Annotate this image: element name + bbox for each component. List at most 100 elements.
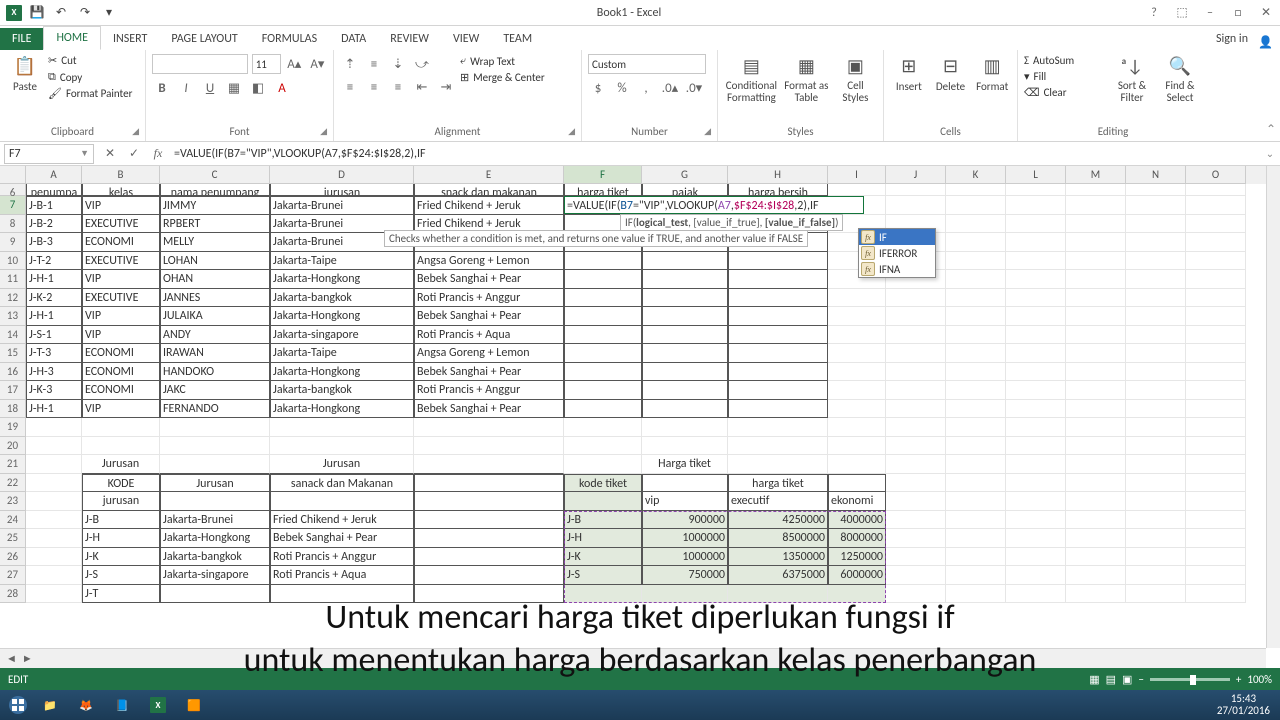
cell[interactable]: J-K	[82, 548, 160, 567]
merge-center-button[interactable]: ⊞Merge & Center	[460, 71, 545, 84]
row-header[interactable]: 24	[0, 511, 26, 530]
cell[interactable]: J-H	[82, 529, 160, 548]
cell[interactable]	[728, 270, 828, 289]
taskbar-explorer-icon[interactable]: 📁	[32, 692, 68, 718]
cell[interactable]	[728, 418, 828, 437]
cell[interactable]: penumpa	[26, 184, 82, 196]
cell[interactable]: 1000000	[642, 548, 728, 567]
cell[interactable]	[26, 529, 82, 548]
cell[interactable]	[886, 529, 946, 548]
row-header[interactable]: 10	[0, 252, 26, 271]
cell[interactable]	[564, 289, 642, 308]
cell[interactable]	[828, 400, 886, 419]
cell[interactable]	[728, 400, 828, 419]
cell[interactable]	[1186, 344, 1246, 363]
sheet-tabs[interactable]: ◄ ►	[0, 648, 1266, 668]
cell[interactable]: Jakarta-Hongkong	[270, 307, 414, 326]
cell[interactable]	[1126, 437, 1186, 456]
qat-undo[interactable]: ↶	[52, 4, 70, 22]
cell[interactable]	[564, 344, 642, 363]
wrap-text-button[interactable]: ⤶Wrap Text	[460, 54, 545, 68]
cell[interactable]: JULAIKA	[160, 307, 270, 326]
cell[interactable]	[1126, 381, 1186, 400]
cell[interactable]	[564, 363, 642, 382]
col-F[interactable]: F	[564, 166, 642, 184]
cell[interactable]: ANDY	[160, 326, 270, 345]
user-icon[interactable]: 👤	[1258, 35, 1280, 50]
cut-button[interactable]: ✂Cut	[48, 54, 132, 67]
help-button[interactable]: ?	[1140, 2, 1168, 24]
cell[interactable]	[1066, 270, 1126, 289]
zoom-out-icon[interactable]: −	[1138, 673, 1143, 686]
col-A[interactable]: A	[26, 166, 82, 184]
cell[interactable]: EXECUTIVE	[82, 289, 160, 308]
cell[interactable]: J-H-1	[26, 400, 82, 419]
sort-filter-button[interactable]: ᵃ↓Sort & Filter	[1110, 54, 1154, 124]
cell[interactable]	[1186, 455, 1246, 474]
cell[interactable]	[1006, 184, 1066, 196]
cell[interactable]	[946, 307, 1006, 326]
cell[interactable]	[1186, 492, 1246, 511]
cell[interactable]	[728, 289, 828, 308]
cell[interactable]	[26, 437, 82, 456]
cell[interactable]: harga tiket	[728, 474, 828, 493]
cell[interactable]	[26, 474, 82, 493]
cell[interactable]	[414, 474, 564, 493]
cell[interactable]	[1066, 307, 1126, 326]
cell[interactable]	[564, 252, 642, 271]
cell[interactable]	[886, 548, 946, 567]
cell[interactable]	[946, 289, 1006, 308]
autocomplete-item[interactable]: fxIFNA	[859, 261, 935, 277]
cell[interactable]: J-K	[564, 548, 642, 567]
cell[interactable]	[160, 585, 270, 604]
paste-button[interactable]: 📋Paste	[6, 54, 44, 124]
cell[interactable]	[886, 400, 946, 419]
cell[interactable]: Jakarta-Brunei	[160, 511, 270, 530]
cell[interactable]	[1066, 437, 1126, 456]
cell[interactable]: jurusan	[270, 184, 414, 196]
cell[interactable]: 900000	[642, 511, 728, 530]
cell[interactable]: Jakarta-bangkok	[270, 289, 414, 308]
cell[interactable]	[414, 455, 564, 474]
cell[interactable]: J-H-3	[26, 363, 82, 382]
cell[interactable]	[414, 585, 564, 604]
cell[interactable]	[1066, 344, 1126, 363]
cell[interactable]: Roti Prancis + Aqua	[414, 326, 564, 345]
cell[interactable]: J-T	[82, 585, 160, 604]
zoom-in-icon[interactable]: +	[1236, 673, 1241, 686]
fill-button[interactable]: ▾Fill	[1024, 70, 1106, 83]
row-header[interactable]: 7	[0, 196, 26, 215]
cell[interactable]	[886, 196, 946, 215]
cell[interactable]	[946, 215, 1006, 234]
cell[interactable]	[26, 566, 82, 585]
cell[interactable]	[564, 418, 642, 437]
cell[interactable]	[414, 437, 564, 456]
cell[interactable]: J-B	[82, 511, 160, 530]
cell[interactable]	[564, 400, 642, 419]
cell[interactable]	[1006, 511, 1066, 530]
cell[interactable]: VIP	[82, 196, 160, 215]
cell[interactable]	[1126, 326, 1186, 345]
cell[interactable]	[828, 363, 886, 382]
format-as-table-button[interactable]: ▦Format as Table	[783, 54, 830, 124]
cell[interactable]: HANDOKO	[160, 363, 270, 382]
cell[interactable]	[1006, 363, 1066, 382]
cell[interactable]: J-K-2	[26, 289, 82, 308]
cell[interactable]	[1126, 344, 1186, 363]
cell[interactable]: Jakarta-bangkok	[270, 381, 414, 400]
row-header[interactable]: 28	[0, 585, 26, 604]
dialog-launcher-icon[interactable]: ◢	[320, 126, 327, 137]
cell[interactable]	[1066, 548, 1126, 567]
row-header[interactable]: 8	[0, 215, 26, 234]
row-header[interactable]: 13	[0, 307, 26, 326]
cell[interactable]	[828, 344, 886, 363]
formula-autocomplete[interactable]: fxIF fxIFERROR fxIFNA	[858, 228, 936, 278]
cell[interactable]	[946, 196, 1006, 215]
row-header[interactable]: 14	[0, 326, 26, 345]
expand-formula-icon[interactable]: ⌄	[1260, 147, 1280, 160]
cell[interactable]: Jurusan	[82, 455, 160, 474]
col-C[interactable]: C	[160, 166, 270, 184]
row-header[interactable]: 18	[0, 400, 26, 419]
cell[interactable]: Jakarta-Brunei	[270, 196, 414, 215]
row-header[interactable]: 21	[0, 455, 26, 474]
